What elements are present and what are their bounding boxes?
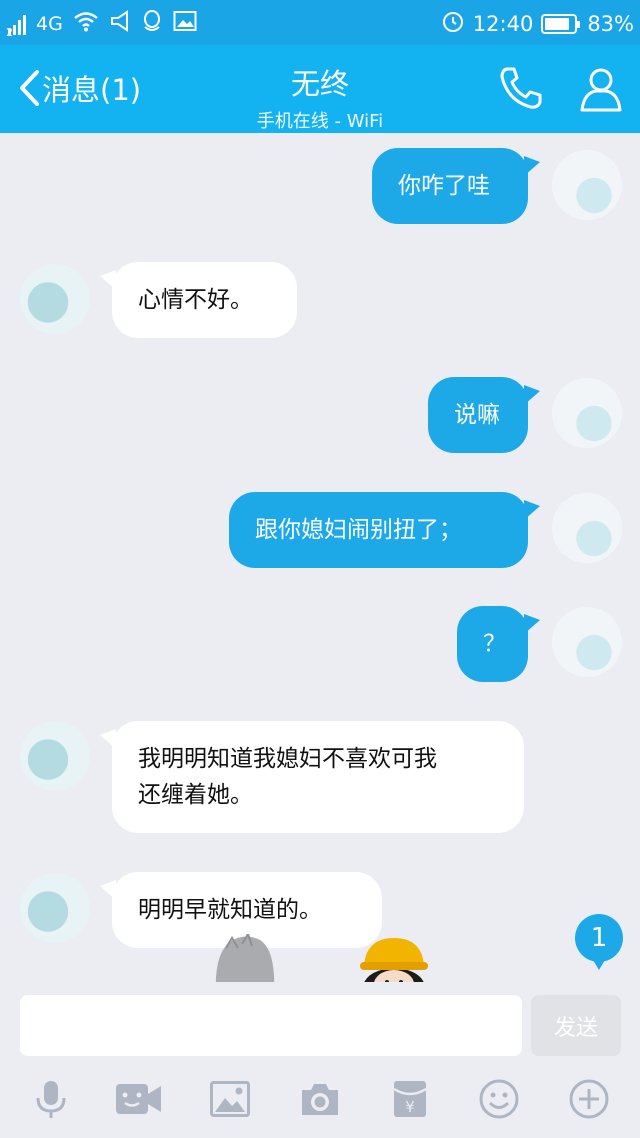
- contact-name: 无终: [290, 67, 349, 101]
- back-label: 消息(1): [42, 73, 142, 107]
- phone-call-button[interactable]: [498, 65, 544, 115]
- person-icon: [580, 68, 622, 112]
- svg-text:¥: ¥: [405, 1098, 415, 1116]
- notification-icon: [109, 10, 131, 37]
- message-bubble-outgoing[interactable]: 说嘛: [428, 377, 540, 453]
- my-avatar[interactable]: [552, 150, 622, 220]
- contact-info[interactable]: 无终 手机在线 - WiFi: [170, 61, 470, 133]
- video-button[interactable]: [115, 1079, 163, 1119]
- send-button[interactable]: 发送: [531, 995, 621, 1056]
- message-bubble-incoming[interactable]: 我明明知道我媳妇不喜欢可我 还缠着她。: [100, 721, 524, 833]
- message-input[interactable]: [20, 995, 522, 1056]
- voice-button[interactable]: [31, 1079, 71, 1119]
- contact-avatar[interactable]: [20, 721, 90, 791]
- network-type: 4G: [36, 12, 63, 35]
- message-text-line: 我明明知道我媳妇不喜欢可我: [138, 746, 437, 772]
- message-text: 说嘛: [454, 402, 500, 428]
- emoji-button[interactable]: [479, 1079, 519, 1119]
- my-avatar[interactable]: [552, 493, 622, 563]
- message-bubble-outgoing[interactable]: 你咋了哇: [372, 148, 540, 224]
- my-avatar[interactable]: [552, 607, 622, 677]
- image-button[interactable]: [210, 1079, 250, 1119]
- wifi-icon: [73, 10, 99, 37]
- plus-icon: [569, 1079, 609, 1119]
- back-button[interactable]: 消息(1): [18, 67, 141, 109]
- video-icon: [116, 1084, 161, 1114]
- message-text: 你咋了哇: [398, 173, 490, 199]
- message-bubble-outgoing[interactable]: ？: [457, 606, 540, 682]
- red-packet-icon: ¥: [393, 1081, 427, 1117]
- input-area: 发送 ¥: [0, 982, 640, 1138]
- contact-profile-button[interactable]: [578, 65, 624, 117]
- camera-icon: [302, 1084, 338, 1115]
- message-text: 明明早就知道的。: [138, 897, 322, 923]
- status-right: 12:40 83%: [441, 9, 634, 38]
- emoji-icon: [479, 1079, 519, 1119]
- image-icon: [210, 1081, 250, 1117]
- my-avatar[interactable]: [552, 378, 622, 448]
- battery-percent: 83%: [587, 11, 634, 36]
- message-text-line: 还缠着她。: [138, 782, 253, 808]
- red-packet-button[interactable]: ¥: [393, 1079, 427, 1119]
- alarm-icon: [441, 9, 465, 38]
- message-text: 心情不好。: [138, 287, 253, 313]
- chat-header: 消息(1) 无终 手机在线 - WiFi: [0, 45, 640, 133]
- chevron-left-icon: [20, 70, 39, 106]
- phone-icon: [500, 67, 542, 109]
- more-button[interactable]: [569, 1079, 609, 1119]
- new-message-badge[interactable]: 1: [575, 914, 623, 970]
- message-bubble-outgoing[interactable]: 跟你媳妇闹别扭了；: [229, 492, 540, 568]
- clock-time: 12:40: [472, 11, 534, 36]
- contact-status: 手机在线 - WiFi: [256, 111, 384, 132]
- status-left: 2 4G: [6, 9, 197, 39]
- camera-button[interactable]: [300, 1079, 340, 1119]
- sim-number: 2: [6, 25, 13, 39]
- status-bar: 2 4G 12:40 83%: [0, 0, 640, 45]
- battery-icon: [541, 13, 581, 34]
- signal-icon: 2: [6, 13, 26, 39]
- qq-icon: [141, 9, 163, 38]
- unread-count: 1: [590, 923, 608, 953]
- gallery-notification-icon: [173, 10, 197, 37]
- mic-icon: [36, 1081, 66, 1118]
- message-text: ？: [483, 631, 506, 657]
- message-bubble-incoming[interactable]: 心情不好。: [100, 262, 297, 338]
- contact-avatar[interactable]: [20, 873, 90, 943]
- contact-avatar[interactable]: [20, 264, 90, 334]
- message-text: 跟你媳妇闹别扭了；: [255, 517, 462, 543]
